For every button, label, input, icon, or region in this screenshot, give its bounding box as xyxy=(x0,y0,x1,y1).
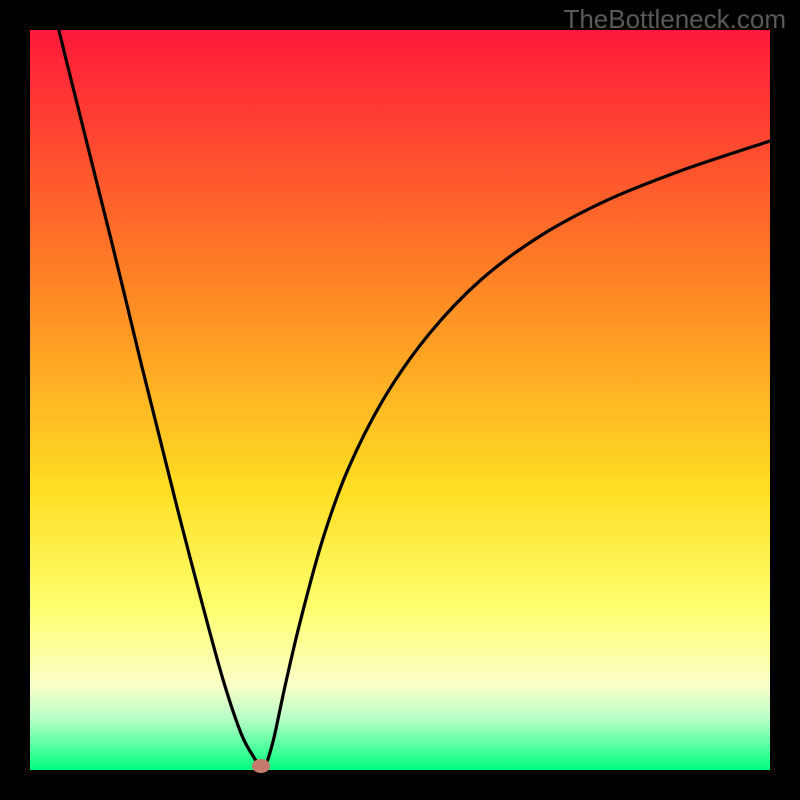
series-curve xyxy=(59,30,770,767)
bottleneck-marker xyxy=(252,759,270,773)
watermark-label: TheBottleneck.com xyxy=(563,4,786,35)
chart-curve-layer xyxy=(30,30,770,770)
chart-container: TheBottleneck.com xyxy=(0,0,800,800)
plot-area xyxy=(30,30,770,770)
